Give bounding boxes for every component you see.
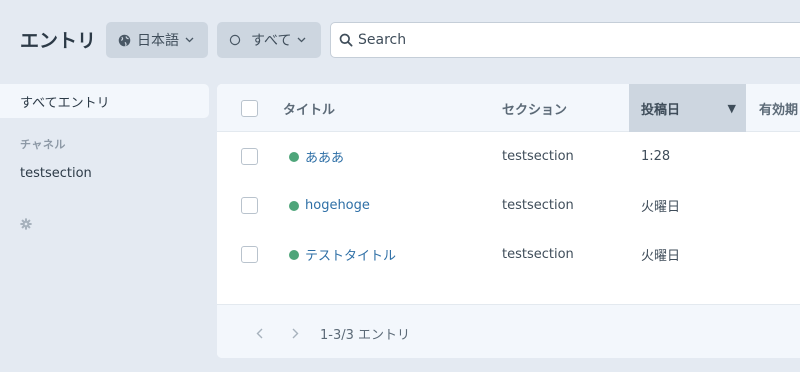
pagination-footer: 1-3/3 エントリ xyxy=(217,304,800,358)
status-live-dot xyxy=(289,200,299,211)
entries-table-panel: タイトル セクション 投稿日 ▼ 有効期 あああ testsection 1:2… xyxy=(217,84,800,358)
chevron-down-icon xyxy=(185,37,194,43)
column-expiry-date[interactable]: 有効期 xyxy=(759,84,798,132)
entry-title: hogehoge xyxy=(305,198,370,213)
column-post-date-label: 投稿日 xyxy=(641,102,681,118)
entry-section: testsection xyxy=(502,149,574,164)
entry-section: testsection xyxy=(502,198,574,213)
row-checkbox[interactable] xyxy=(241,197,258,214)
status-live-dot xyxy=(289,249,299,260)
status-menu-button[interactable]: すべて xyxy=(217,22,321,58)
table-row: hogehoge testsection 火曜日 xyxy=(217,181,800,230)
chevron-down-icon xyxy=(297,37,306,43)
sidebar-item-all-entries[interactable]: すべてエントリ xyxy=(0,84,209,118)
page-title: エントリ xyxy=(20,30,97,52)
column-section[interactable]: セクション xyxy=(502,84,567,132)
sort-desc-icon: ▼ xyxy=(727,101,736,115)
sidebar-heading-channels: チャネル xyxy=(20,138,66,151)
status-circle-icon xyxy=(229,34,241,46)
search-input[interactable] xyxy=(358,32,778,48)
entry-title: テストタイトル xyxy=(305,249,397,264)
sidebar-item-testsection[interactable]: testsection xyxy=(0,156,209,190)
entry-title: あああ xyxy=(305,151,345,166)
entry-title-link[interactable]: hogehoge xyxy=(289,181,370,230)
column-post-date[interactable]: 投稿日 ▼ xyxy=(629,84,746,132)
pagination-info: 1-3/3 エントリ xyxy=(320,328,411,343)
search-icon xyxy=(339,33,353,47)
status-live-dot xyxy=(289,151,299,162)
site-menu-label: 日本語 xyxy=(137,33,179,49)
row-checkbox[interactable] xyxy=(241,246,258,263)
entry-title-link[interactable]: テストタイトル xyxy=(289,230,396,279)
entry-post-date: 火曜日 xyxy=(641,249,681,264)
entry-title-link[interactable]: あああ xyxy=(289,132,344,181)
select-all-checkbox[interactable] xyxy=(241,100,258,117)
status-menu-label: すべて xyxy=(251,33,292,49)
gear-icon[interactable] xyxy=(20,215,32,234)
next-page-button[interactable] xyxy=(285,323,305,343)
search-field[interactable] xyxy=(330,22,800,58)
globe-icon xyxy=(118,34,131,47)
entry-post-date: 火曜日 xyxy=(641,200,681,215)
column-title[interactable]: タイトル xyxy=(283,84,335,132)
site-menu-button[interactable]: 日本語 xyxy=(106,22,208,58)
row-checkbox[interactable] xyxy=(241,148,258,165)
entry-section: testsection xyxy=(502,247,574,262)
previous-page-button[interactable] xyxy=(249,323,269,343)
table-row: テストタイトル testsection 火曜日 xyxy=(217,230,800,279)
table-header: タイトル セクション 投稿日 ▼ 有効期 xyxy=(217,84,800,132)
table-row: あああ testsection 1:28 xyxy=(217,132,800,181)
entry-post-date: 1:28 xyxy=(641,149,671,164)
